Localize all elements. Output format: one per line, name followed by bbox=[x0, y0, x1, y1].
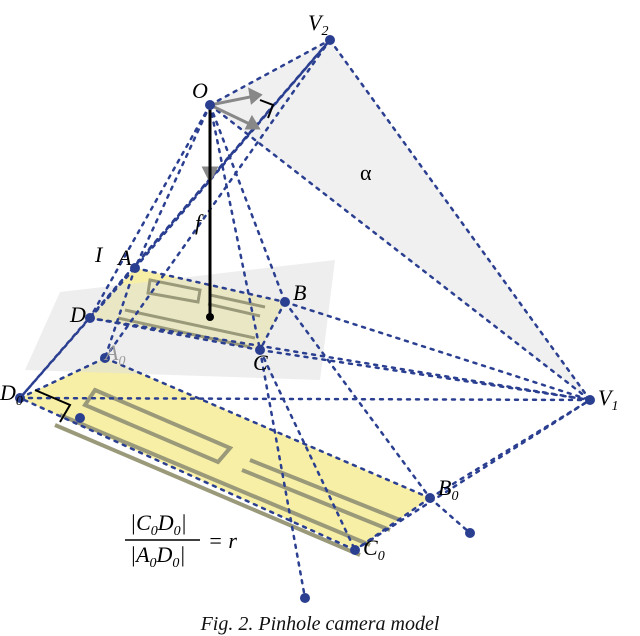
label-V2: V2 bbox=[308, 10, 328, 39]
label-I: I bbox=[94, 242, 104, 267]
label-V1: V1 bbox=[598, 385, 618, 414]
svg-text:|C0D0|: |C0D0| bbox=[130, 510, 187, 539]
label-B: B bbox=[293, 280, 306, 305]
label-O: O bbox=[192, 78, 208, 103]
label-D0: D0 bbox=[0, 380, 23, 409]
label-alpha: α bbox=[360, 160, 372, 185]
label-B0: B0 bbox=[438, 475, 458, 504]
label-C0: C0 bbox=[363, 535, 385, 564]
ratio-expression: |C0D0| |A0D0| = r bbox=[125, 510, 237, 571]
svg-text:|A0D0|: |A0D0| bbox=[130, 542, 185, 571]
figure-caption: Fig. 2. Pinhole camera model bbox=[0, 613, 640, 636]
label-D: D bbox=[69, 302, 86, 327]
label-C: C bbox=[253, 350, 268, 375]
svg-text:= r: = r bbox=[208, 528, 237, 553]
label-A: A bbox=[116, 245, 132, 270]
label-f: f bbox=[195, 210, 204, 235]
